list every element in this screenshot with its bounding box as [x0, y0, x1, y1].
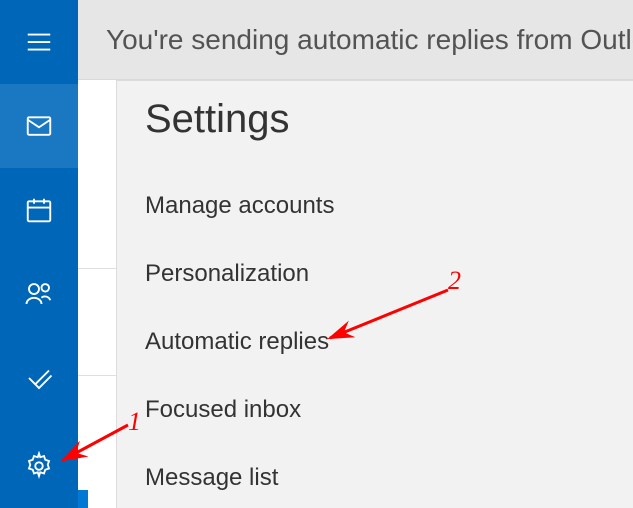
divider: [78, 375, 116, 376]
hamburger-icon: [24, 27, 54, 57]
settings-title: Settings: [145, 97, 633, 142]
settings-item-manage-accounts[interactable]: Manage accounts: [145, 172, 633, 240]
nav-sidebar: [0, 0, 78, 508]
todo-icon: [24, 363, 54, 393]
sidebar-item-calendar[interactable]: [0, 168, 78, 252]
settings-item-automatic-replies[interactable]: Automatic replies: [145, 308, 633, 376]
info-banner-text: You're sending automatic replies from Ou…: [106, 24, 633, 56]
sidebar-item-people[interactable]: [0, 252, 78, 336]
divider: [78, 268, 116, 269]
settings-item-personalization[interactable]: Personalization: [145, 240, 633, 308]
gear-icon: [24, 451, 54, 481]
sidebar-item-todo[interactable]: [0, 336, 78, 420]
hamburger-button[interactable]: [0, 0, 78, 84]
calendar-icon: [24, 195, 54, 225]
selection-accent: [78, 490, 88, 508]
settings-item-message-list[interactable]: Message list: [145, 444, 633, 508]
mail-icon: [24, 111, 54, 141]
sidebar-item-mail[interactable]: [0, 84, 78, 168]
settings-panel: Settings Manage accounts Personalization…: [116, 80, 633, 508]
sidebar-item-settings[interactable]: [0, 424, 78, 508]
content-area: Settings Manage accounts Personalization…: [78, 80, 633, 508]
message-list-strip: [78, 80, 116, 508]
people-icon: [24, 279, 54, 309]
app-root: You're sending automatic replies from Ou…: [0, 0, 633, 508]
info-banner: You're sending automatic replies from Ou…: [78, 0, 633, 80]
settings-item-focused-inbox[interactable]: Focused inbox: [145, 376, 633, 444]
